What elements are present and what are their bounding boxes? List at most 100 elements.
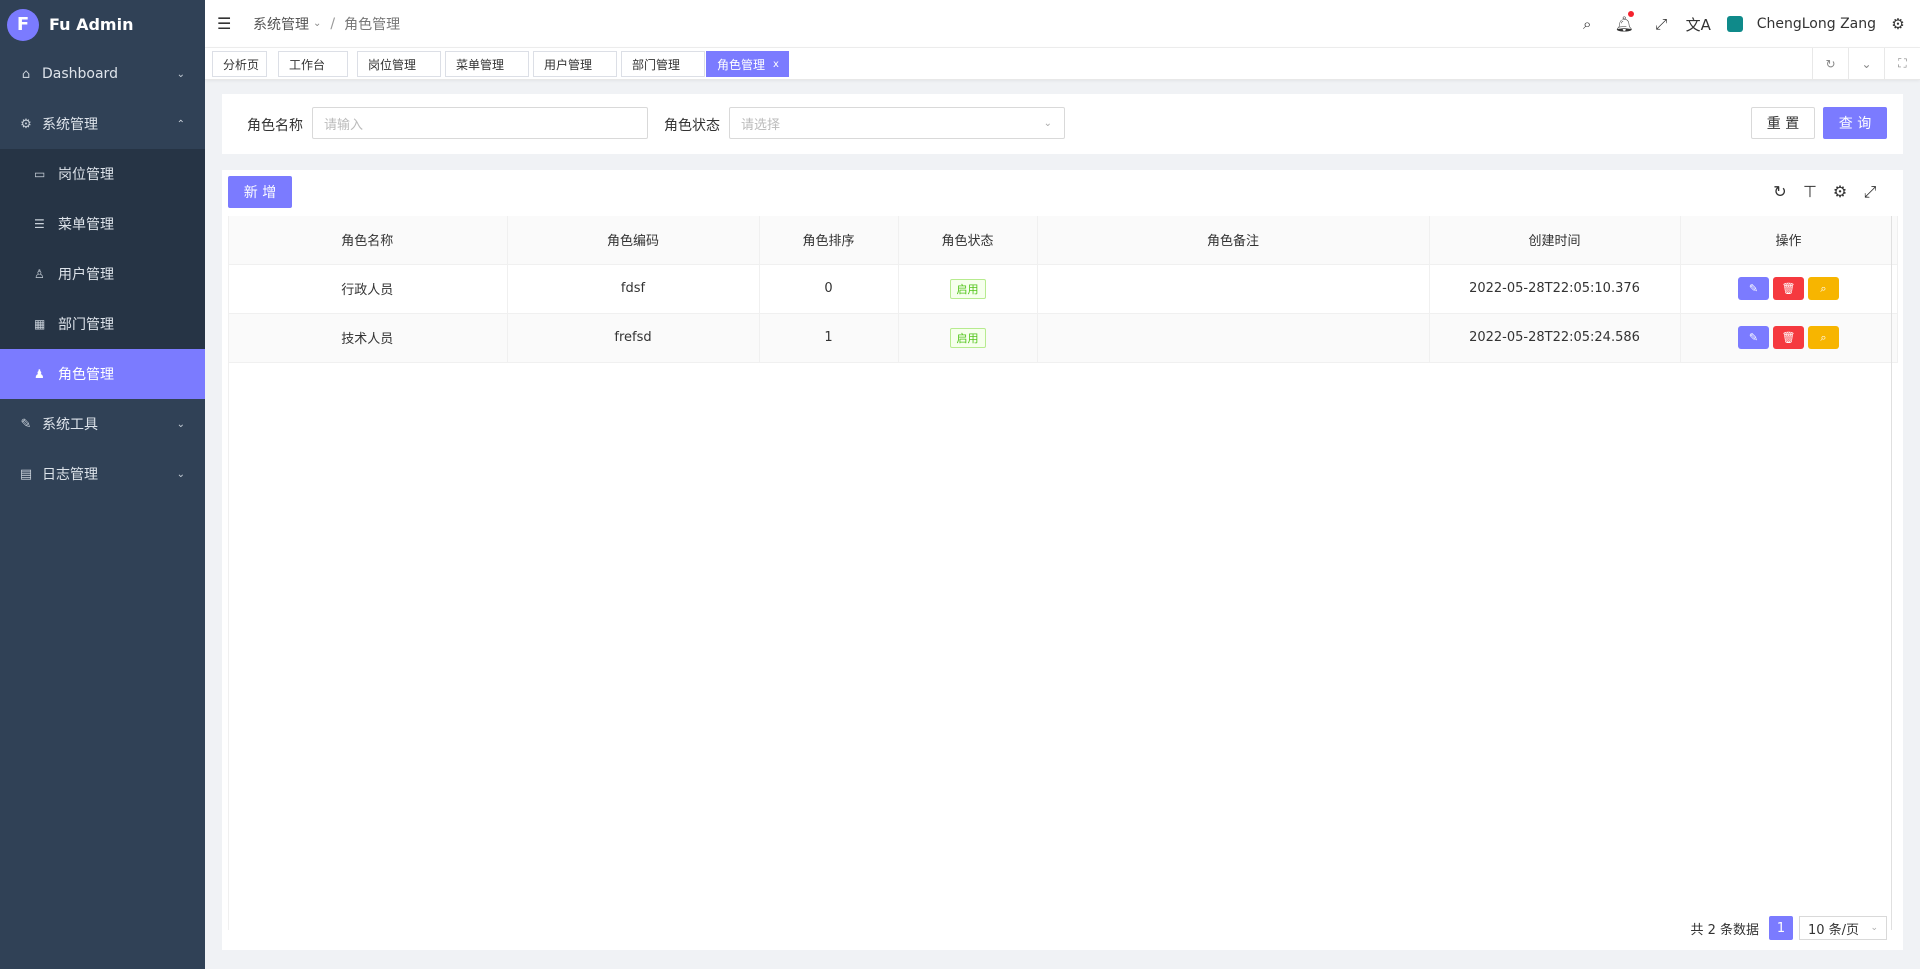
close-icon[interactable]: x (773, 59, 779, 70)
page-size-value: 10 条/页 (1808, 922, 1860, 938)
chevron-down-icon: ⌄ (176, 68, 185, 80)
input-placeholder: 请输入 (324, 117, 364, 133)
settings-icon[interactable]: ⚙ (1888, 15, 1908, 33)
post-icon: ▭ (34, 167, 46, 181)
role-table: 角色名称 角色编码 角色排序 角色状态 角色备注 创建时间 操作 行政人员 fd… (228, 216, 1898, 363)
table-border (228, 216, 229, 930)
add-button[interactable]: 新 增 (228, 176, 292, 208)
username[interactable]: ChengLong Zang (1757, 16, 1876, 32)
header-actions: ⌕ 🔔︎ ⤢ 文A ChengLong Zang ⚙ (1569, 0, 1908, 48)
column-height-icon[interactable]: ⊤ (1795, 182, 1825, 202)
tab-user[interactable]: 用户管理 (533, 51, 617, 77)
sidebar-item-label: 部门管理 (58, 317, 114, 333)
column-header: 角色名称 (228, 216, 508, 265)
tab-department[interactable]: 部门管理 (621, 51, 705, 77)
delete-icon[interactable]: 🗑︎ (1773, 277, 1804, 300)
cell-role-code: frefsd (507, 313, 760, 363)
cell-actions: ✎ 🗑︎ ⌕ (1680, 313, 1898, 363)
tab-workbench[interactable]: 工作台 (278, 51, 348, 77)
page-size-select[interactable]: 10 条/页 ⌄ (1799, 916, 1887, 940)
search-panel: 角色名称 请输入 角色状态 请选择 ⌄ 重 置 查 询 (222, 94, 1903, 154)
tab-menu[interactable]: 菜单管理 (445, 51, 529, 77)
table-scrollbar[interactable] (1891, 216, 1892, 930)
sidebar-item-user[interactable]: ♙ 用户管理 (0, 249, 205, 299)
cell-created-time: 2022-05-28T22:05:10.376 (1429, 264, 1681, 314)
search-icon[interactable]: ⌕ (1808, 326, 1839, 349)
breadcrumb: 系统管理 ⌄ / 角色管理 (253, 14, 400, 34)
breadcrumb-item-current: 角色管理 (344, 16, 401, 33)
cell-role-sort: 1 (759, 313, 899, 363)
logo[interactable]: F Fu Admin (0, 0, 205, 49)
total-count: 共 2 条数据 (1690, 922, 1759, 938)
table-panel: 新 增 ↻ ⊤ ⚙ ⤢ 角色名称 角色编码 角色排序 角色状态 角色备注 创建时… (222, 170, 1903, 950)
pagination: 共 2 条数据 1 10 条/页 ⌄ (1690, 916, 1887, 940)
edit-icon[interactable]: ✎ (1738, 326, 1769, 349)
delete-icon[interactable]: 🗑︎ (1773, 326, 1804, 349)
column-header: 角色排序 (759, 216, 899, 265)
settings-icon[interactable]: ⚙ (1825, 182, 1855, 202)
chevron-down-icon: ⌄ (176, 418, 185, 430)
avatar[interactable] (1726, 16, 1743, 32)
refresh-icon[interactable]: ↻ (1765, 182, 1795, 202)
department-icon: ▦ (34, 317, 46, 331)
sidebar-item-department[interactable]: ▦ 部门管理 (0, 299, 205, 349)
translate-icon[interactable]: 文A (1680, 14, 1717, 35)
tab-post[interactable]: 岗位管理 (357, 51, 441, 77)
breadcrumb-separator: / (330, 15, 336, 32)
fullscreen-icon[interactable]: ⤢ (1855, 182, 1885, 202)
cell-role-status: 启用 (898, 313, 1038, 363)
tab-label: 分析页 (223, 57, 260, 72)
cell-role-name: 行政人员 (228, 264, 508, 314)
tab-label: 角色管理 (717, 57, 766, 72)
query-button[interactable]: 查 询 (1823, 107, 1887, 139)
sidebar-item-dashboard[interactable]: ⌂ Dashboard ⌄ (0, 49, 205, 99)
sidebar-item-label: 菜单管理 (58, 217, 114, 233)
table-row: 行政人员 fdsf 0 启用 2022-05-28T22:05:10.376 ✎… (228, 264, 1898, 314)
edit-icon[interactable]: ✎ (1738, 277, 1769, 300)
column-header: 操作 (1680, 216, 1898, 265)
cell-role-remark (1037, 313, 1430, 363)
chevron-up-icon: ⌃ (176, 118, 185, 130)
column-header: 创建时间 (1429, 216, 1681, 265)
reset-button[interactable]: 重 置 (1751, 107, 1815, 139)
log-icon: ▤ (19, 466, 33, 482)
table-header-row: 角色名称 角色编码 角色排序 角色状态 角色备注 创建时间 操作 (228, 216, 1898, 265)
user-icon: ♙ (34, 267, 45, 281)
chevron-down-icon: ⌄ (176, 468, 185, 480)
tab-role[interactable]: 角色管理 x (706, 51, 789, 77)
column-header: 角色备注 (1037, 216, 1430, 265)
role-name-input[interactable]: 请输入 (312, 107, 648, 139)
cell-role-sort: 0 (759, 264, 899, 314)
sidebar-item-role[interactable]: ♟ 角色管理 (0, 349, 205, 399)
cell-role-code: fdsf (507, 264, 760, 314)
sidebar-item-menu[interactable]: ☰ 菜单管理 (0, 199, 205, 249)
breadcrumb-item[interactable]: 系统管理 (253, 14, 309, 34)
notification-dot (1627, 11, 1634, 17)
maximize-icon[interactable]: ⛶ (1884, 48, 1920, 79)
chevron-down-icon[interactable]: ⌄ (1848, 48, 1884, 79)
chevron-down-icon: ⌄ (1043, 117, 1052, 129)
tab-analysis[interactable]: 分析页 (212, 51, 267, 77)
sidebar-item-system[interactable]: ⚙ 系统管理 ⌃ (0, 99, 205, 149)
sidebar-item-post[interactable]: ▭ 岗位管理 (0, 149, 205, 199)
column-header: 角色编码 (507, 216, 760, 265)
refresh-icon[interactable]: ↻ (1812, 48, 1848, 79)
collapse-menu-icon[interactable]: ☰ (217, 14, 237, 33)
role-icon: ♟ (34, 367, 45, 381)
role-status-select[interactable]: 请选择 ⌄ (729, 107, 1065, 139)
cell-role-name: 技术人员 (228, 313, 508, 363)
bell-icon[interactable]: 🔔︎ (1606, 11, 1643, 33)
search-icon[interactable]: ⌕ (1808, 277, 1839, 300)
sidebar-item-tools[interactable]: ✎ 系统工具 ⌄ (0, 399, 205, 449)
page-button-current[interactable]: 1 (1769, 916, 1793, 940)
role-status-label: 角色状态 (664, 118, 720, 134)
search-icon[interactable]: ⌕ (1569, 15, 1606, 33)
fullscreen-icon[interactable]: ⤢ (1643, 15, 1680, 33)
table-row: 技术人员 frefsd 1 启用 2022-05-28T22:05:24.586… (228, 313, 1898, 363)
gear-icon: ⚙ (20, 116, 32, 132)
tool-icon: ✎ (20, 416, 32, 432)
tab-tools: ↻ ⌄ ⛶ (1812, 48, 1920, 79)
sidebar-item-logs[interactable]: ▤ 日志管理 ⌄ (0, 449, 205, 499)
tabs-bar: 分析页 工作台 岗位管理 菜单管理 用户管理 部门管理 角色管理 x ↻ ⌄ ⛶ (205, 48, 1920, 80)
tab-label: 用户管理 (544, 57, 593, 72)
